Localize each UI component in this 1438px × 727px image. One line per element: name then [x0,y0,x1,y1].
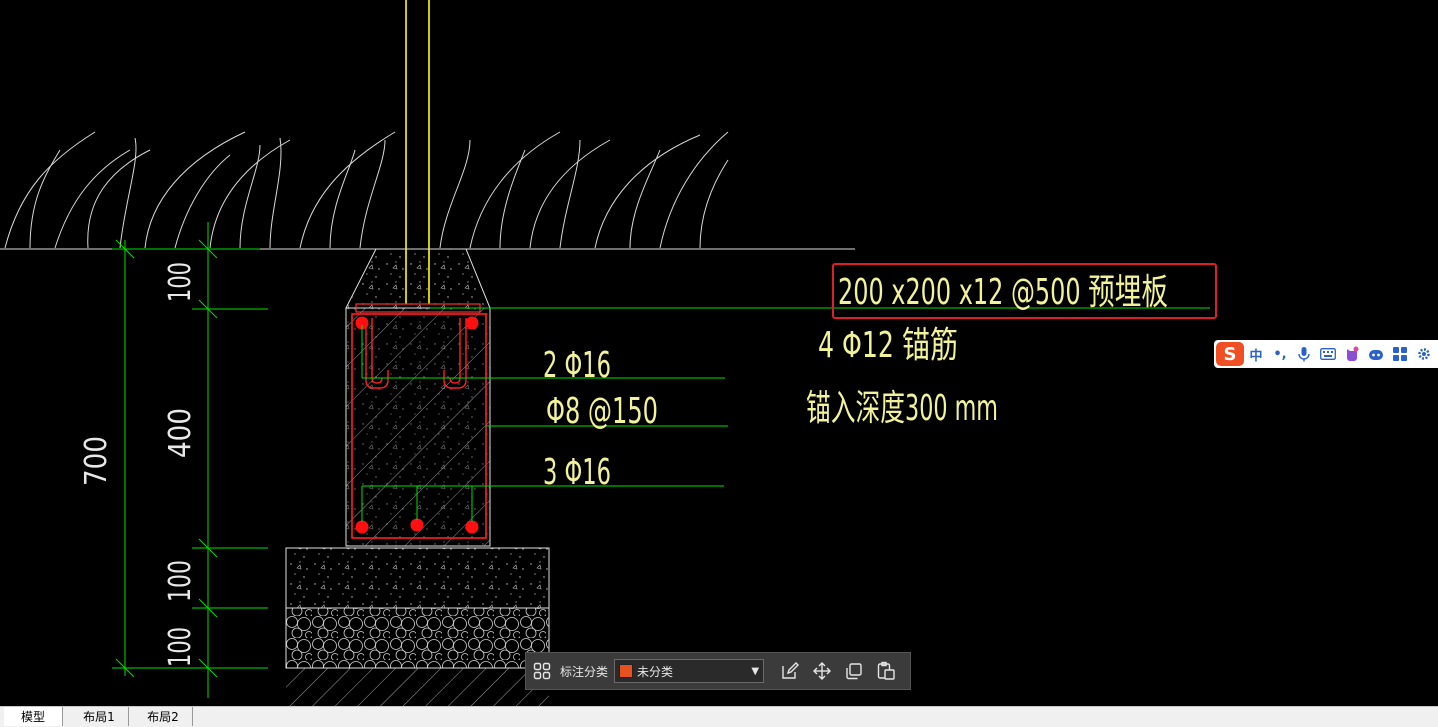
category-color-swatch [619,664,634,678]
ime-punctuation-toggle[interactable]: •, [1268,342,1292,366]
dim-top: 100 [163,262,198,302]
dim-total: 700 [79,436,114,486]
grid-icon[interactable] [526,655,558,687]
category-dropdown[interactable]: 未分类 ▼ [614,659,765,683]
concrete-column [345,307,491,547]
category-value: 未分类 [637,664,674,679]
soil-hatch [286,668,549,708]
chevron-down-icon: ▼ [751,665,760,677]
grass-symbol [4,131,729,249]
rebar-top-text: 2 Φ16 [543,345,611,386]
paste-icon[interactable] [870,655,902,687]
dim-base1: 100 [163,560,198,602]
callout-depth-text: 锚入深度300 mm [806,388,998,429]
tab-layout1[interactable]: 布局1 [70,707,129,726]
callout-anchor-text: 4 Φ12 锚筋 [818,325,958,366]
ime-logo[interactable]: S [1216,342,1244,366]
category-label: 标注分类 [560,664,609,679]
callout-highlight-text: 200 x200 x12 @500 预埋板 [838,272,1168,313]
skin-icon[interactable] [1340,342,1364,366]
tab-model[interactable]: 模型 [4,707,63,726]
robot-icon[interactable] [1364,342,1388,366]
ime-toolbar: S 中 •, [1214,340,1438,368]
edit-icon[interactable] [774,655,806,687]
tab-layout2[interactable]: 布局2 [134,707,193,726]
gravel-layer [285,607,550,669]
annotation-toolbar: 标注分类 未分类 ▼ [525,652,911,690]
rebar-bottom-text: 3 Φ16 [543,452,611,493]
dim-base2: 100 [163,627,198,667]
rebar-stirrup-text: Φ8 @150 [546,391,658,432]
layout-tab-bar: 模型 布局1 布局2 [0,706,1438,727]
apps-icon[interactable] [1388,342,1412,366]
ime-language-toggle[interactable]: 中 [1244,342,1268,366]
dim-middle: 400 [163,408,198,458]
concrete-cap [345,248,491,309]
move-icon[interactable] [806,655,838,687]
base-slab [285,547,550,609]
settings-icon[interactable] [1412,342,1436,366]
copy-icon[interactable] [838,655,870,687]
keyboard-icon[interactable] [1316,342,1340,366]
mic-icon[interactable] [1292,342,1316,366]
